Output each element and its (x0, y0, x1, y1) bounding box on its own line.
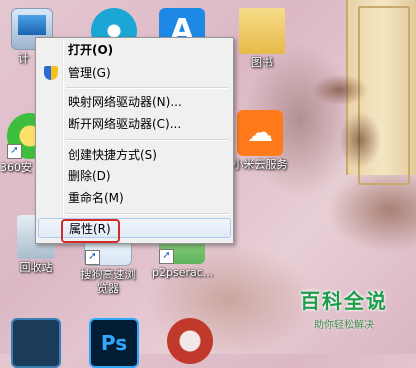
red-app-icon (167, 318, 213, 364)
watermark-title: 百科全说 (300, 289, 388, 313)
shortcut-arrow-icon: ➚ (159, 249, 174, 264)
recycle-bin-label: 回收站 (19, 261, 53, 274)
menu-item-manage-label: 管理(G) (68, 66, 111, 80)
menu-item-delete[interactable]: 删除(D) (38, 166, 231, 186)
sogou-label: 搜狗高速浏览器 (80, 268, 136, 295)
app-desktop-icon[interactable] (6, 318, 66, 368)
cloud-label: 小米云服务 (232, 158, 288, 171)
shield-icon (44, 66, 58, 80)
app-icon (11, 318, 61, 368)
menu-item-rename[interactable]: 重命名(M) (38, 188, 231, 208)
photoshop-icon: Ps (89, 318, 139, 368)
shortcut-arrow-icon: ➚ (7, 144, 22, 159)
p2p-label: p2pserac... (152, 266, 214, 279)
photoshop-desktop-icon[interactable]: Ps (84, 318, 144, 368)
menu-item-open[interactable]: 打开(O) (38, 40, 231, 60)
cloud-icon: ☁ (237, 110, 283, 156)
menu-item-map-drive[interactable]: 映射网络驱动器(N)... (38, 92, 231, 112)
desktop: 计 A 图书 ➚ 360安 ☁ 小米云服务 回收站 ➚ 搜狗高速浏览器 ➚ p2… (0, 0, 416, 368)
menu-separator (66, 87, 229, 89)
context-menu: 打开(O) 管理(G) 映射网络驱动器(N)... 断开网络驱动器(C)... … (35, 37, 234, 244)
cloud-desktop-icon[interactable]: ☁ 小米云服务 (230, 110, 290, 172)
menu-separator (66, 139, 229, 141)
menu-item-disconnect-drive[interactable]: 断开网络驱动器(C)... (38, 114, 231, 134)
menu-item-create-shortcut[interactable]: 创建快捷方式(S) (38, 145, 231, 165)
watermark: 百科全说 助你轻松解决 (284, 285, 404, 331)
wallpaper-bird (280, 50, 400, 190)
shortcut-arrow-icon: ➚ (85, 250, 100, 265)
menu-item-manage[interactable]: 管理(G) (38, 63, 231, 83)
red-app-desktop-icon[interactable] (160, 318, 220, 364)
menu-item-properties[interactable]: 属性(R) (38, 218, 231, 238)
watermark-subtitle: 助你轻松解决 (314, 320, 374, 331)
menu-separator (66, 213, 229, 215)
folder-icon (239, 8, 285, 54)
folder-label: 图书 (251, 56, 273, 69)
folder-desktop-icon[interactable]: 图书 (232, 8, 292, 70)
